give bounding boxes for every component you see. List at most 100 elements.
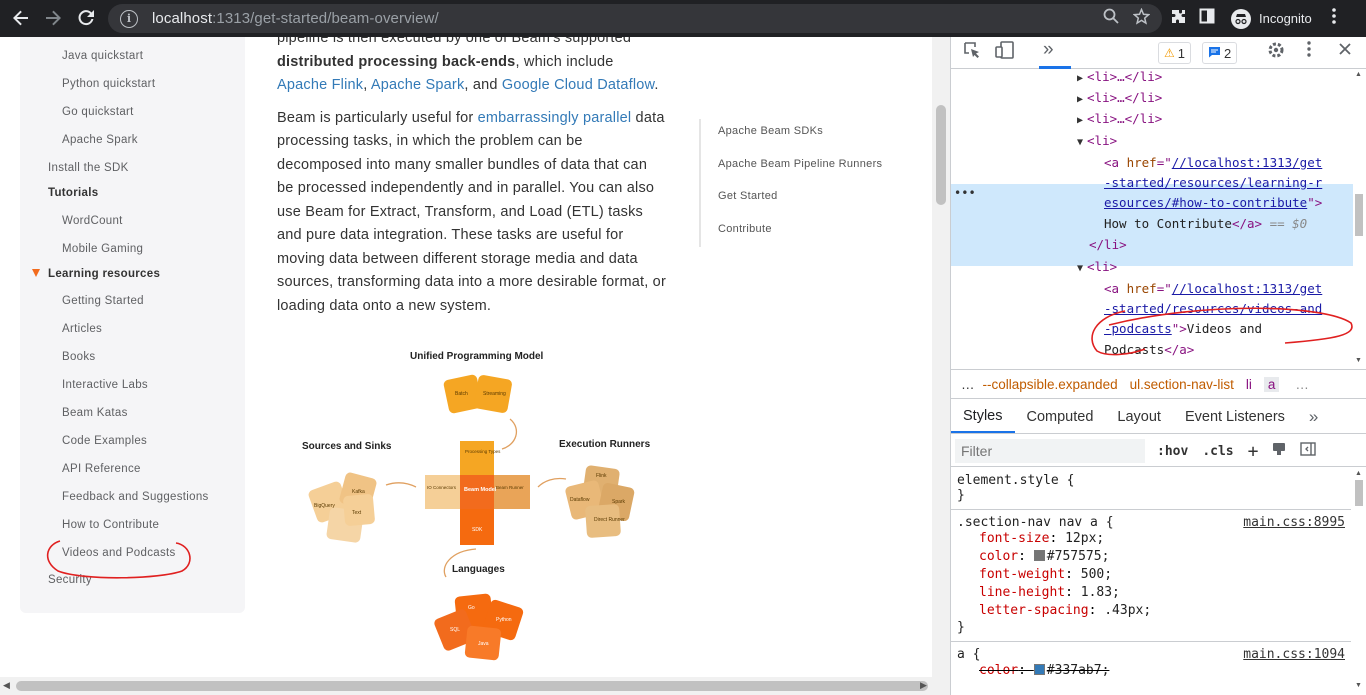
url-text[interactable]: localhost:1313/get-started/beam-overview…	[152, 10, 439, 27]
style-declaration[interactable]: color: #757575;	[957, 548, 1345, 566]
profile-button[interactable]: Incognito	[1231, 8, 1312, 29]
rule-a[interactable]: a { main.css:1094 color: #337ab7;	[951, 642, 1351, 686]
breadcrumb-item[interactable]: --collapsible.expanded	[983, 377, 1118, 392]
tab-layout[interactable]: Layout	[1105, 400, 1173, 433]
page-horizontal-scrollbar[interactable]: ◀ ▶	[0, 677, 950, 695]
scrollbar-thumb[interactable]	[936, 105, 946, 205]
rule-source-link[interactable]: main.css:8995	[1243, 515, 1345, 530]
sidebar-item-go-quickstart[interactable]: Go quickstart	[62, 106, 134, 118]
toc-item-sdks[interactable]: Apache Beam SDKs	[718, 119, 882, 152]
attr-value[interactable]: esources/#how-to-contribute	[1104, 195, 1307, 210]
rule-element-style[interactable]: element.style { }	[951, 468, 1351, 510]
forward-icon[interactable]	[40, 5, 66, 31]
elements-scrollbar[interactable]: ▲ ▼	[1351, 69, 1366, 369]
sidebar-item-beam-katas[interactable]: Beam Katas	[62, 407, 128, 419]
style-declaration[interactable]: font-size: 12px;	[957, 530, 1345, 548]
dom-node-li-expanded[interactable]: ▼ <li>	[1077, 259, 1117, 274]
scroll-up-icon[interactable]: ▲	[1355, 71, 1362, 78]
inspect-element-icon[interactable]	[963, 41, 981, 64]
dom-node-anchor[interactable]: <a href="//localhost:1313/get	[1104, 281, 1322, 296]
sidebar-item-how-to-contribute[interactable]: How to Contribute	[62, 519, 159, 531]
attr-value[interactable]: //localhost:1313/get	[1172, 155, 1323, 170]
messages-badge[interactable]: 2	[1202, 42, 1238, 64]
more-subtabs-icon[interactable]: »	[1297, 400, 1330, 433]
tab-event-listeners[interactable]: Event Listeners	[1173, 400, 1297, 433]
sidebar-item-java-quickstart[interactable]: Java quickstart	[62, 50, 143, 62]
tab-computed[interactable]: Computed	[1015, 400, 1106, 433]
toc-item-contribute[interactable]: Contribute	[718, 217, 882, 250]
toggle-sidebar-icon[interactable]	[1300, 442, 1317, 460]
devtools-menu-icon[interactable]	[1307, 41, 1311, 62]
attr-value[interactable]: -started/resources/learning-r	[1104, 175, 1322, 190]
sidebar-item-articles[interactable]: Articles	[62, 323, 102, 335]
style-declaration[interactable]: letter-spacing: .43px;	[957, 602, 1345, 620]
styles-scrollbar[interactable]: ▲ ▼	[1351, 468, 1366, 695]
styles-filter-input[interactable]	[955, 438, 1145, 463]
dom-node-li-expanded[interactable]: ▼ <li>	[1077, 133, 1117, 148]
back-icon[interactable]	[8, 5, 34, 31]
bookmark-star-icon[interactable]	[1132, 7, 1151, 30]
scroll-left-icon[interactable]: ◀	[3, 680, 10, 691]
rule-section-nav-a[interactable]: .section-nav nav a { main.css:8995 font-…	[951, 510, 1351, 642]
device-toolbar-icon[interactable]	[995, 41, 1015, 64]
breadcrumb-overflow-icon[interactable]: …	[1295, 377, 1309, 392]
node-actions-icon[interactable]: •••	[954, 186, 976, 200]
close-devtools-icon[interactable]	[1338, 41, 1352, 61]
breadcrumb-more-icon[interactable]: …	[961, 377, 975, 392]
sidebar-item-api-reference[interactable]: API Reference	[62, 463, 141, 475]
scrollbar-thumb[interactable]	[1355, 480, 1363, 506]
more-tabs-icon[interactable]: »	[1043, 39, 1054, 61]
site-info-icon[interactable]: i	[120, 9, 138, 28]
cls-toggle[interactable]: .cls	[1202, 444, 1233, 459]
breadcrumb-item[interactable]: li	[1246, 377, 1252, 392]
scroll-down-icon[interactable]: ▼	[1355, 357, 1362, 364]
sidebar-item-mobile-gaming[interactable]: Mobile Gaming	[62, 243, 143, 255]
sidebar-item-wordcount[interactable]: WordCount	[62, 215, 123, 227]
sidebar-item-python-quickstart[interactable]: Python quickstart	[62, 78, 155, 90]
sidebar-item-tutorials[interactable]: Tutorials	[48, 187, 98, 199]
sidebar-icon[interactable]	[1199, 8, 1215, 29]
sidebar-item-feedback[interactable]: Feedback and Suggestions	[62, 491, 209, 503]
style-declaration-overridden[interactable]: color: #337ab7;	[957, 662, 1345, 680]
dom-node-anchor-selected[interactable]: <a href="//localhost:1313/get	[1104, 155, 1322, 170]
link-apache-spark[interactable]: Apache Spark	[371, 77, 465, 93]
page-vertical-scrollbar[interactable]	[932, 37, 950, 677]
scroll-right-icon[interactable]: ▶	[920, 680, 927, 691]
breadcrumb-item[interactable]: ul.section-nav-list	[1130, 377, 1234, 392]
rule-source-link[interactable]: main.css:1094	[1243, 647, 1345, 662]
hov-toggle[interactable]: :hov	[1157, 444, 1188, 459]
warnings-badge[interactable]: ⚠ 1	[1158, 42, 1191, 64]
sidebar-item-apache-spark[interactable]: Apache Spark	[62, 134, 138, 146]
sidebar-item-learning-resources[interactable]: Learning resources	[48, 268, 160, 280]
color-swatch[interactable]	[1033, 664, 1045, 675]
computed-styles-icon[interactable]	[1272, 442, 1286, 460]
new-rule-icon[interactable]: +	[1248, 441, 1259, 462]
menu-icon[interactable]	[1331, 8, 1336, 29]
sidebar-item-interactive-labs[interactable]: Interactive Labs	[62, 379, 148, 391]
link-apache-flink[interactable]: Apache Flink	[277, 77, 363, 93]
sidebar-item-code-examples[interactable]: Code Examples	[62, 435, 147, 447]
color-swatch[interactable]	[1033, 550, 1045, 561]
sidebar-item-install-sdk[interactable]: Install the SDK	[48, 162, 129, 174]
scrollbar-thumb[interactable]	[16, 681, 928, 691]
scroll-up-icon[interactable]: ▲	[1355, 470, 1362, 477]
style-declaration[interactable]: font-weight: 500;	[957, 566, 1345, 584]
tab-styles[interactable]: Styles	[951, 400, 1015, 433]
expanded-triangle-icon[interactable]	[32, 269, 40, 277]
scroll-down-icon[interactable]: ▼	[1355, 682, 1362, 689]
dom-node-li[interactable]: ▶ <li>…</li>	[1077, 111, 1162, 126]
settings-gear-icon[interactable]	[1267, 41, 1285, 64]
scrollbar-thumb[interactable]	[1355, 194, 1363, 236]
dom-node-li[interactable]: ▶ <li>…</li>	[1077, 69, 1162, 84]
toc-item-get-started[interactable]: Get Started	[718, 184, 882, 217]
dom-node-li[interactable]: ▶ <li>…</li>	[1077, 90, 1162, 105]
link-google-cloud-dataflow[interactable]: Google Cloud Dataflow	[502, 77, 655, 93]
sidebar-item-books[interactable]: Books	[62, 351, 95, 363]
link-embarrassingly-parallel[interactable]: embarrassingly parallel	[478, 110, 632, 126]
reload-icon[interactable]	[73, 5, 99, 31]
address-bar[interactable]: i localhost:1313/get-started/beam-overvi…	[108, 4, 1162, 33]
breadcrumb-item[interactable]: a	[1263, 376, 1280, 392]
sidebar-item-getting-started[interactable]: Getting Started	[62, 295, 144, 307]
style-declaration[interactable]: line-height: 1.83;	[957, 584, 1345, 602]
zoom-icon[interactable]	[1103, 8, 1119, 29]
